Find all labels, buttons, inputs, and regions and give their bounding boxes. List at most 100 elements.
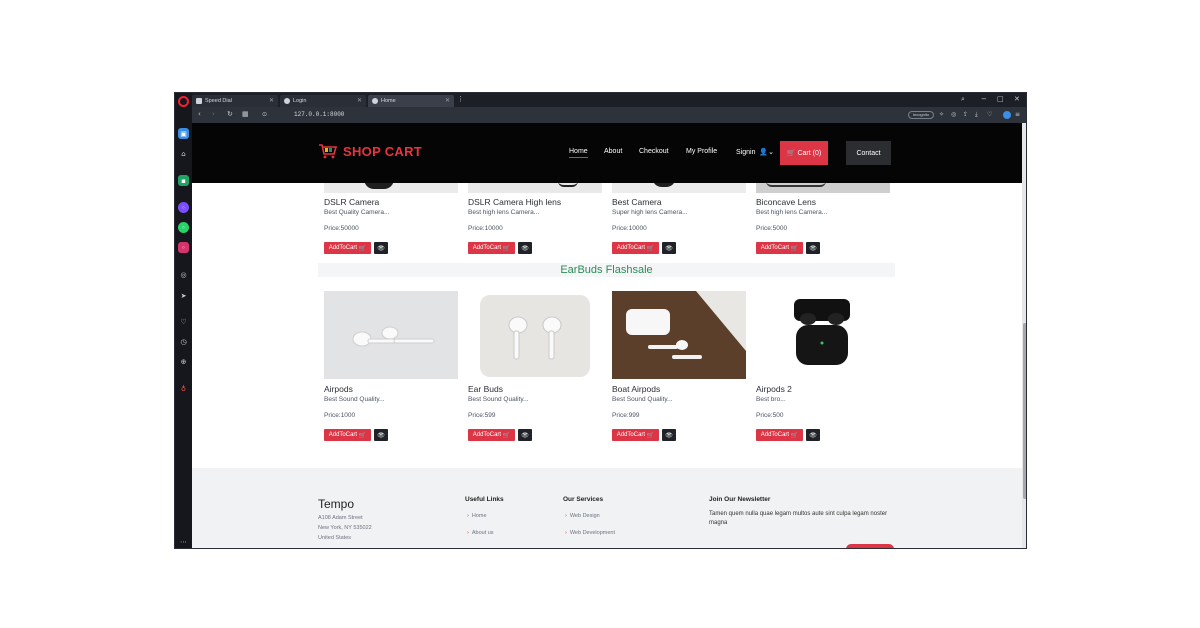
subscribe-button[interactable] — [846, 544, 894, 548]
add-to-cart-button[interactable]: AddToCart 🛒 — [756, 429, 803, 441]
add-to-cart-button[interactable]: AddToCart 🛒 — [612, 242, 659, 254]
bookmark-heart-icon[interactable]: ♡ — [987, 111, 992, 118]
close-window-icon[interactable]: ✕ — [1014, 95, 1020, 103]
product-name[interactable]: Biconcave Lens — [756, 197, 816, 207]
site-navbar: SHOP CART Home About Checkout My Profile… — [192, 123, 1022, 183]
view-button[interactable]: 👁 — [806, 242, 820, 254]
instagram-icon[interactable]: ◦ — [178, 242, 189, 253]
signin-label: Signin — [736, 149, 756, 156]
view-button[interactable]: 👁 — [374, 242, 388, 254]
footer-address-line: New York, NY 535022 — [318, 525, 372, 531]
product-price: Price:1000 — [324, 412, 356, 419]
button-label: AddToCart — [616, 432, 646, 438]
product-price: Price:5000 — [756, 225, 788, 232]
tab-menu-icon[interactable]: ⋮ — [457, 95, 464, 103]
view-button[interactable]: 👁 — [662, 429, 676, 441]
nav-about[interactable]: About — [604, 148, 622, 155]
tab-home[interactable]: Home ✕ — [368, 95, 454, 107]
reload-icon[interactable]: ↻ — [227, 110, 233, 118]
product-image[interactable] — [324, 291, 458, 379]
tab-label: Speed Dial — [205, 98, 232, 104]
globe-icon[interactable]: ⊕ — [178, 356, 189, 367]
url-field[interactable]: 127.0.0.1:8000 — [294, 111, 344, 118]
extension-icon[interactable]: ✧ — [939, 111, 944, 118]
messenger-icon[interactable]: ◦ — [178, 202, 189, 213]
footer-service-web-design[interactable]: › Web Design — [565, 513, 600, 519]
button-label: AddToCart — [760, 245, 790, 251]
footer-link-home[interactable]: › Home — [467, 513, 487, 519]
workspace-icon[interactable]: ▣ — [178, 128, 189, 139]
opera-logo-icon[interactable] — [178, 96, 189, 107]
tabs-grid-icon[interactable]: ▦ — [242, 110, 249, 118]
send-icon[interactable]: ➤ — [178, 290, 189, 301]
minimize-icon[interactable]: − — [981, 95, 987, 103]
share-icon[interactable]: ⇪ — [963, 111, 968, 118]
useful-links-title: Useful Links — [465, 496, 504, 503]
product-price: Price:10000 — [612, 225, 647, 232]
product-name[interactable]: Airpods — [324, 384, 353, 394]
link-label: About us — [471, 530, 494, 536]
search-icon[interactable]: ⌕ — [961, 95, 965, 104]
brand[interactable]: SHOP CART — [318, 143, 422, 159]
download-icon[interactable]: ⤓ — [975, 111, 978, 119]
product-name[interactable]: Airpods 2 — [756, 384, 792, 394]
view-button[interactable]: 👁 — [518, 429, 532, 441]
product-price: Price:500 — [756, 412, 784, 419]
product-name[interactable]: Best Camera — [612, 197, 662, 207]
contact-button[interactable]: Contact — [846, 141, 891, 165]
scrollbar-thumb[interactable] — [1023, 323, 1026, 499]
user-icon: 👤 — [757, 149, 769, 156]
add-to-cart-button[interactable]: AddToCart 🛒 — [324, 429, 371, 441]
nav-my-profile[interactable]: My Profile — [686, 148, 717, 155]
product-name[interactable]: DSLR Camera — [324, 197, 379, 207]
product-name[interactable]: Ear Buds — [468, 384, 503, 394]
incognito-badge[interactable]: Incognito — [908, 111, 934, 119]
product-name[interactable]: Boat Airpods — [612, 384, 660, 394]
home-icon[interactable]: ⌂ — [178, 148, 189, 159]
eye-icon: 👁 — [377, 245, 385, 252]
tab-speed-dial[interactable]: Speed Dial ✕ — [192, 95, 278, 107]
add-to-cart-button[interactable]: AddToCart 🛒 — [468, 242, 515, 254]
profile-avatar-icon[interactable] — [1003, 111, 1011, 119]
cart-button[interactable]: 🛒 Cart (0) — [780, 141, 828, 165]
nav-signin[interactable]: Signin 👤⌄ — [736, 148, 774, 156]
view-button[interactable]: 👁 — [806, 429, 820, 441]
tab-login[interactable]: Login ✕ — [280, 95, 366, 107]
add-to-cart-button[interactable]: AddToCart 🛒 — [324, 242, 371, 254]
view-button[interactable]: 👁 — [374, 429, 388, 441]
site-footer: Tempo A108 Adam Street New York, NY 5350… — [192, 468, 1022, 548]
product-desc: Best Sound Quality... — [468, 396, 529, 403]
product-image[interactable] — [468, 291, 602, 379]
product-name[interactable]: DSLR Camera High lens — [468, 197, 561, 207]
site-info-icon[interactable]: ⊙ — [262, 111, 267, 118]
music-icon[interactable]: ◎ — [178, 269, 189, 280]
close-icon[interactable]: ✕ — [269, 97, 274, 104]
footer-service-web-development[interactable]: › Web Development — [565, 530, 615, 536]
view-button[interactable]: 👁 — [662, 242, 676, 254]
maximize-icon[interactable]: □ — [997, 95, 1004, 103]
history-icon[interactable]: ◷ — [178, 336, 189, 347]
whatsapp-icon[interactable]: ◦ — [178, 222, 189, 233]
add-to-cart-button[interactable]: AddToCart 🛒 — [468, 429, 515, 441]
page-scrollbar[interactable] — [1022, 123, 1026, 548]
back-icon[interactable]: ‹ — [198, 110, 201, 118]
snapshot-icon[interactable]: ◎ — [951, 111, 956, 118]
location-icon[interactable]: ♁ — [178, 383, 189, 394]
forward-icon[interactable]: › — [212, 110, 215, 118]
product-image[interactable] — [756, 291, 890, 379]
add-to-cart-button[interactable]: AddToCart 🛒 — [612, 429, 659, 441]
close-icon[interactable]: ✕ — [357, 97, 362, 104]
nav-home[interactable]: Home — [569, 148, 588, 158]
easy-setup-icon[interactable]: ≡ — [1015, 111, 1020, 118]
close-icon[interactable]: ✕ — [445, 97, 450, 104]
footer-link-about[interactable]: › About us — [467, 530, 494, 536]
heart-icon[interactable]: ♡ — [178, 316, 189, 327]
cart-icon: 🛒 — [502, 432, 511, 439]
chat-app-icon[interactable]: ▪ — [178, 175, 189, 186]
product-price: Price:10000 — [468, 225, 503, 232]
nav-checkout[interactable]: Checkout — [639, 148, 669, 155]
product-image[interactable] — [612, 291, 746, 379]
more-icon[interactable]: ⋯ — [178, 536, 189, 547]
view-button[interactable]: 👁 — [518, 242, 532, 254]
add-to-cart-button[interactable]: AddToCart 🛒 — [756, 242, 803, 254]
